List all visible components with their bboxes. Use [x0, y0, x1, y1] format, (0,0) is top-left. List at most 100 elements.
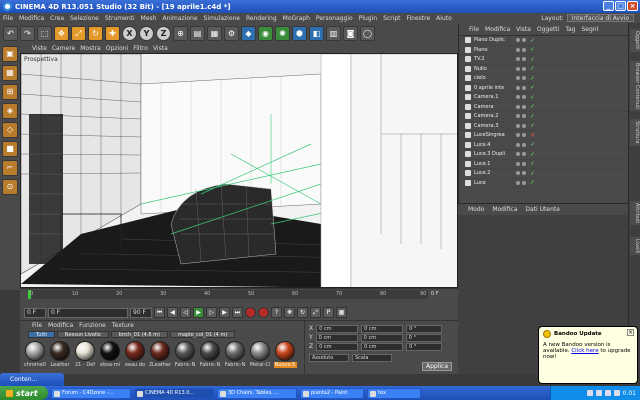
edges-mode-icon[interactable]: ◇	[2, 122, 18, 138]
grid-key-icon[interactable]: ▦	[336, 307, 347, 318]
object-row[interactable]: Nullo ✓	[459, 65, 628, 74]
attr-menu-modo[interactable]: Modo	[468, 206, 484, 213]
visibility-dots[interactable]	[516, 66, 526, 71]
model-mode-icon[interactable]: ▣	[2, 46, 18, 62]
start-frame-field[interactable]: 0 F	[24, 307, 46, 318]
texture-mode-icon[interactable]: ▦	[2, 65, 18, 81]
rotate-key-icon[interactable]: ↻	[297, 307, 308, 318]
enabled-check-icon[interactable]: ✓	[530, 170, 535, 177]
material-item[interactable]: oeau do	[124, 341, 146, 368]
render-picture-viewer-icon[interactable]: ▦	[207, 26, 222, 41]
deformer-icon[interactable]: ◧	[309, 26, 324, 41]
rotation-p-field[interactable]: 0 °	[405, 333, 442, 342]
object-row[interactable]: Luce.3 Dupli ✓	[459, 150, 628, 160]
visibility-dots[interactable]	[516, 95, 526, 100]
visibility-dots[interactable]	[516, 171, 526, 176]
object-menu-segnl[interactable]: Segnl	[582, 26, 599, 33]
prev-frame-icon[interactable]: ◁	[180, 307, 191, 318]
material-item[interactable]: Metal-Cl	[249, 341, 271, 368]
menu-strumenti[interactable]: Strumenti	[105, 15, 135, 22]
param-key-icon[interactable]: P	[323, 307, 334, 318]
material-menu-funzione[interactable]: Funzione	[79, 322, 106, 329]
enabled-check-icon[interactable]: ✓	[530, 179, 535, 186]
scale-icon[interactable]: ⤢	[71, 26, 86, 41]
tab-livelli[interactable]: Livelli	[630, 237, 640, 256]
menu-personaggio[interactable]: Personaggio	[316, 15, 353, 22]
size-z-field[interactable]: 0 cm	[361, 342, 404, 351]
task-tex[interactable]: tex	[367, 387, 421, 399]
enabled-check-icon[interactable]: ✓	[530, 141, 535, 148]
enabled-check-icon[interactable]: ✓	[530, 113, 535, 120]
redo-icon[interactable]: ↷	[20, 26, 35, 41]
task-3d-chairs[interactable]: 3D Chairs, Tables, ...	[217, 387, 297, 399]
material-menu-modifica[interactable]: Modifica	[48, 322, 73, 329]
undo-icon[interactable]: ↶	[3, 26, 18, 41]
menu-simulazione[interactable]: Simulazione	[204, 15, 240, 22]
menu-modifica[interactable]: Modifica	[19, 15, 44, 22]
enabled-check-icon[interactable]: ✓	[530, 46, 535, 53]
visibility-dots[interactable]	[516, 57, 526, 62]
menu-animazione[interactable]: Animazione	[162, 15, 197, 22]
object-row[interactable]: Camera.2 ✓	[459, 112, 628, 122]
material-item[interactable]: Fabric-N	[174, 341, 196, 368]
object-row[interactable]: Luce.4 ✓	[459, 141, 628, 150]
enabled-check-icon[interactable]: ✓	[530, 122, 535, 129]
perspective-viewport[interactable]: Prospettiva	[20, 53, 458, 288]
menu-finestre[interactable]: Finestre	[406, 15, 430, 22]
material-tab-maple[interactable]: maple_col_01 (4 m)	[170, 330, 236, 338]
object-row[interactable]: cielo ✓	[459, 74, 628, 84]
timeline-ruler[interactable]: 0 10 20 30 40 50 60 70 80 90	[28, 290, 428, 299]
material-menu-file[interactable]: File	[32, 322, 42, 329]
object-row[interactable]: Piano Duplic ✓	[459, 36, 628, 46]
object-row[interactable]: Luce.1 ✓	[459, 160, 628, 169]
task-cinema4d[interactable]: CINEMA 4D R13.0...	[134, 387, 214, 399]
menu-selezione[interactable]: Selezione	[70, 15, 99, 22]
select-icon[interactable]: ⬚	[37, 26, 52, 41]
menu-crea[interactable]: Crea	[50, 15, 64, 22]
enabled-check-icon[interactable]: ✓	[530, 84, 535, 91]
scale-select[interactable]: Scala	[352, 353, 392, 362]
tab-attributi[interactable]: Attributi	[630, 201, 640, 226]
nurbs-icon[interactable]: ⬢	[292, 26, 307, 41]
rotation-h-field[interactable]: 0 °	[406, 324, 443, 333]
object-row[interactable]: Luce.2 ✓	[459, 169, 628, 179]
end-frame-field[interactable]: 90 F	[130, 307, 152, 318]
points-mode-icon[interactable]: ◈	[2, 103, 18, 119]
camera-icon[interactable]: ◙	[343, 26, 358, 41]
balloon-upgrade-link[interactable]: Click here	[571, 348, 598, 354]
tab-struttura[interactable]: Struttura	[630, 119, 640, 146]
object-row[interactable]: TV.2 ✓	[459, 55, 628, 65]
next-frame-icon[interactable]: ▷	[206, 307, 217, 318]
menu-aiuto[interactable]: Aiuto	[436, 15, 452, 22]
visibility-dots[interactable]	[516, 104, 526, 109]
visibility-dots[interactable]	[516, 161, 526, 166]
visibility-dots[interactable]	[516, 114, 526, 119]
render-settings-icon[interactable]: ⚙	[224, 26, 239, 41]
visibility-dots[interactable]	[516, 142, 526, 147]
enabled-check-icon[interactable]: ✓	[530, 37, 535, 44]
render-view-icon[interactable]: ▤	[190, 26, 205, 41]
locked-workplane-icon[interactable]: ⌐	[2, 160, 18, 176]
tray-network-icon[interactable]	[586, 390, 593, 396]
close-button[interactable]: ×	[627, 1, 638, 11]
enabled-check-icon[interactable]: ✓	[530, 151, 535, 158]
object-row[interactable]: 0 aprile inte ✓	[459, 84, 628, 93]
object-menu-modifica[interactable]: Modifica	[485, 26, 510, 33]
size-y-field[interactable]: 0 cm	[360, 333, 403, 342]
last-tool-icon[interactable]: ✚	[105, 26, 120, 41]
object-menu-oggetti[interactable]: Oggetti	[537, 26, 559, 33]
enabled-check-icon[interactable]: ✓	[530, 65, 535, 72]
object-menu-tag[interactable]: Tag	[565, 26, 575, 33]
visibility-dots[interactable]	[516, 47, 526, 52]
task-paint[interactable]: pianta2 - Paint	[300, 387, 364, 399]
scene-icon[interactable]: ▥	[326, 26, 341, 41]
viewport-menu-camere[interactable]: Camere	[52, 45, 75, 52]
material-item[interactable]: chrome0	[24, 341, 46, 368]
viewport-menu-vista[interactable]: Vista	[153, 45, 168, 52]
enabled-check-icon[interactable]: ✓	[530, 94, 535, 101]
object-menu-file[interactable]: File	[469, 26, 479, 33]
min-frame-field[interactable]: 0 F	[48, 307, 128, 318]
object-row[interactable]: Camera.3 ✓	[459, 122, 628, 131]
autokey-icon[interactable]	[258, 307, 269, 318]
object-row[interactable]: LuceSingrea ✕	[459, 131, 628, 141]
